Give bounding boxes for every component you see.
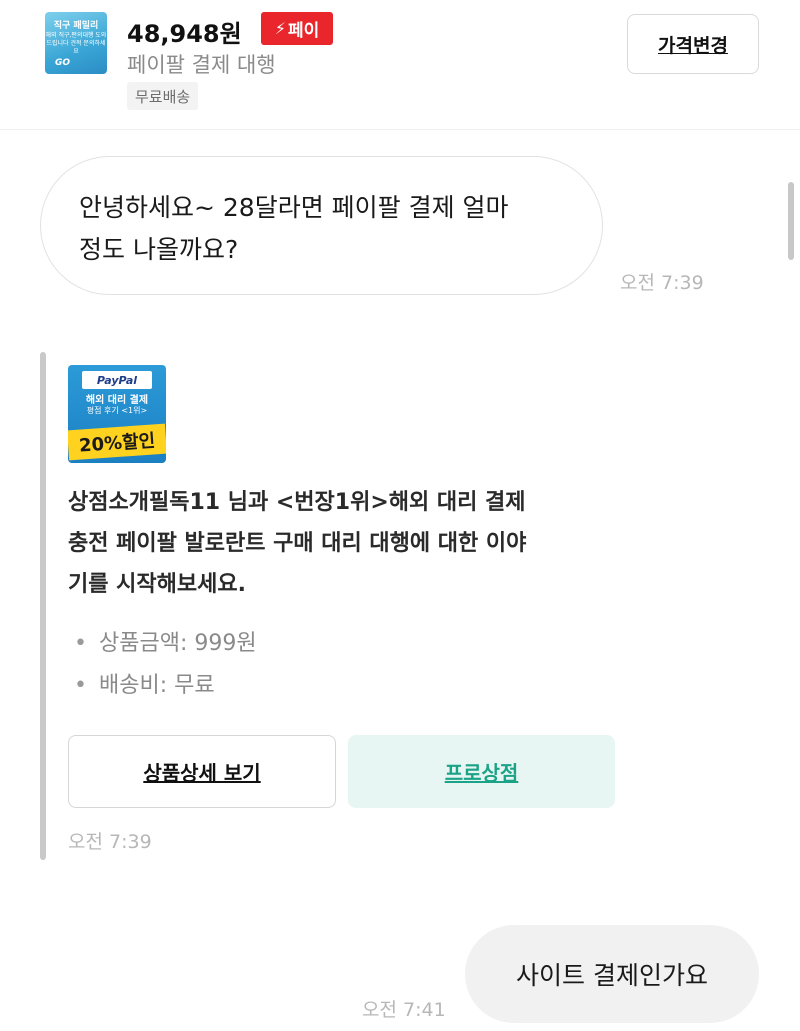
free-shipping-tag: 무료배송 [127, 82, 199, 110]
message-text-line: 안녕하세요~ 28달라면 페이팔 결제 얼마 [79, 193, 509, 222]
card-intro-text: 상점소개필독11 님과 <번장1위>해외 대리 결제 충전 페이팔 발로란트 구… [68, 482, 628, 605]
thumbnail-line: 해외 대리 결제 [85, 395, 149, 406]
message-timestamp: 오전 7:39 [68, 831, 152, 853]
thumbnail-title: 직구 패밀리 [53, 21, 99, 31]
card-info-list: 상품금액: 999원 배송비: 무료 [68, 623, 257, 707]
outgoing-message-bubble: 사이트 결제인가요 [465, 925, 759, 1023]
scrollbar[interactable] [788, 182, 794, 260]
paypal-logo: PayPal [82, 371, 152, 389]
thumbnail-logo: GO [55, 58, 71, 68]
message-timestamp: 오전 7:39 [620, 272, 704, 294]
card-text-line: 기를 시작해보세요. [68, 572, 246, 597]
product-detail-button[interactable]: 상품상세 보기 [68, 735, 336, 808]
discount-banner: 20%할인 [68, 423, 166, 461]
thumbnail-subtitle: 해외 직구,편의대행 도와드립니다 견적 문의하세요 [45, 32, 107, 55]
incoming-message-bubble: 안녕하세요~ 28달라면 페이팔 결제 얼마 정도 나올까요? [40, 156, 603, 295]
pay-badge: ⚡ 페이 [261, 12, 333, 45]
card-text-line: 상점소개필독11 님과 <번장1위>해외 대리 결제 [68, 490, 526, 515]
product-name: 페이팔 결제 대행 [127, 53, 276, 77]
product-header: 직구 패밀리 해외 직구,편의대행 도와드립니다 견적 문의하세요 GO 48,… [0, 0, 800, 130]
price-change-button[interactable]: 가격변경 [627, 14, 759, 74]
message-text: 사이트 결제인가요 [516, 961, 708, 990]
pay-badge-label: 페이 [287, 21, 320, 41]
shipping-fee-item: 배송비: 무료 [68, 665, 257, 707]
product-thumbnail[interactable]: 직구 패밀리 해외 직구,편의대행 도와드립니다 견적 문의하세요 GO [45, 12, 107, 74]
thumbnail-line: 평점 후기 <1위> [86, 406, 148, 415]
product-price: 48,948원 [127, 20, 242, 48]
card-accent-bar [40, 352, 46, 860]
message-timestamp: 오전 7:41 [362, 999, 446, 1021]
product-amount-item: 상품금액: 999원 [68, 623, 257, 665]
card-text-line: 충전 페이팔 발로란트 구매 대리 대행에 대한 이야 [68, 531, 527, 556]
lightning-icon: ⚡ [274, 19, 286, 38]
pro-shop-button[interactable]: 프로상점 [348, 735, 615, 808]
card-product-thumbnail[interactable]: PayPal 해외 대리 결제 평점 후기 <1위> 20%할인 [68, 365, 166, 463]
message-text-line: 정도 나올까요? [79, 235, 239, 264]
